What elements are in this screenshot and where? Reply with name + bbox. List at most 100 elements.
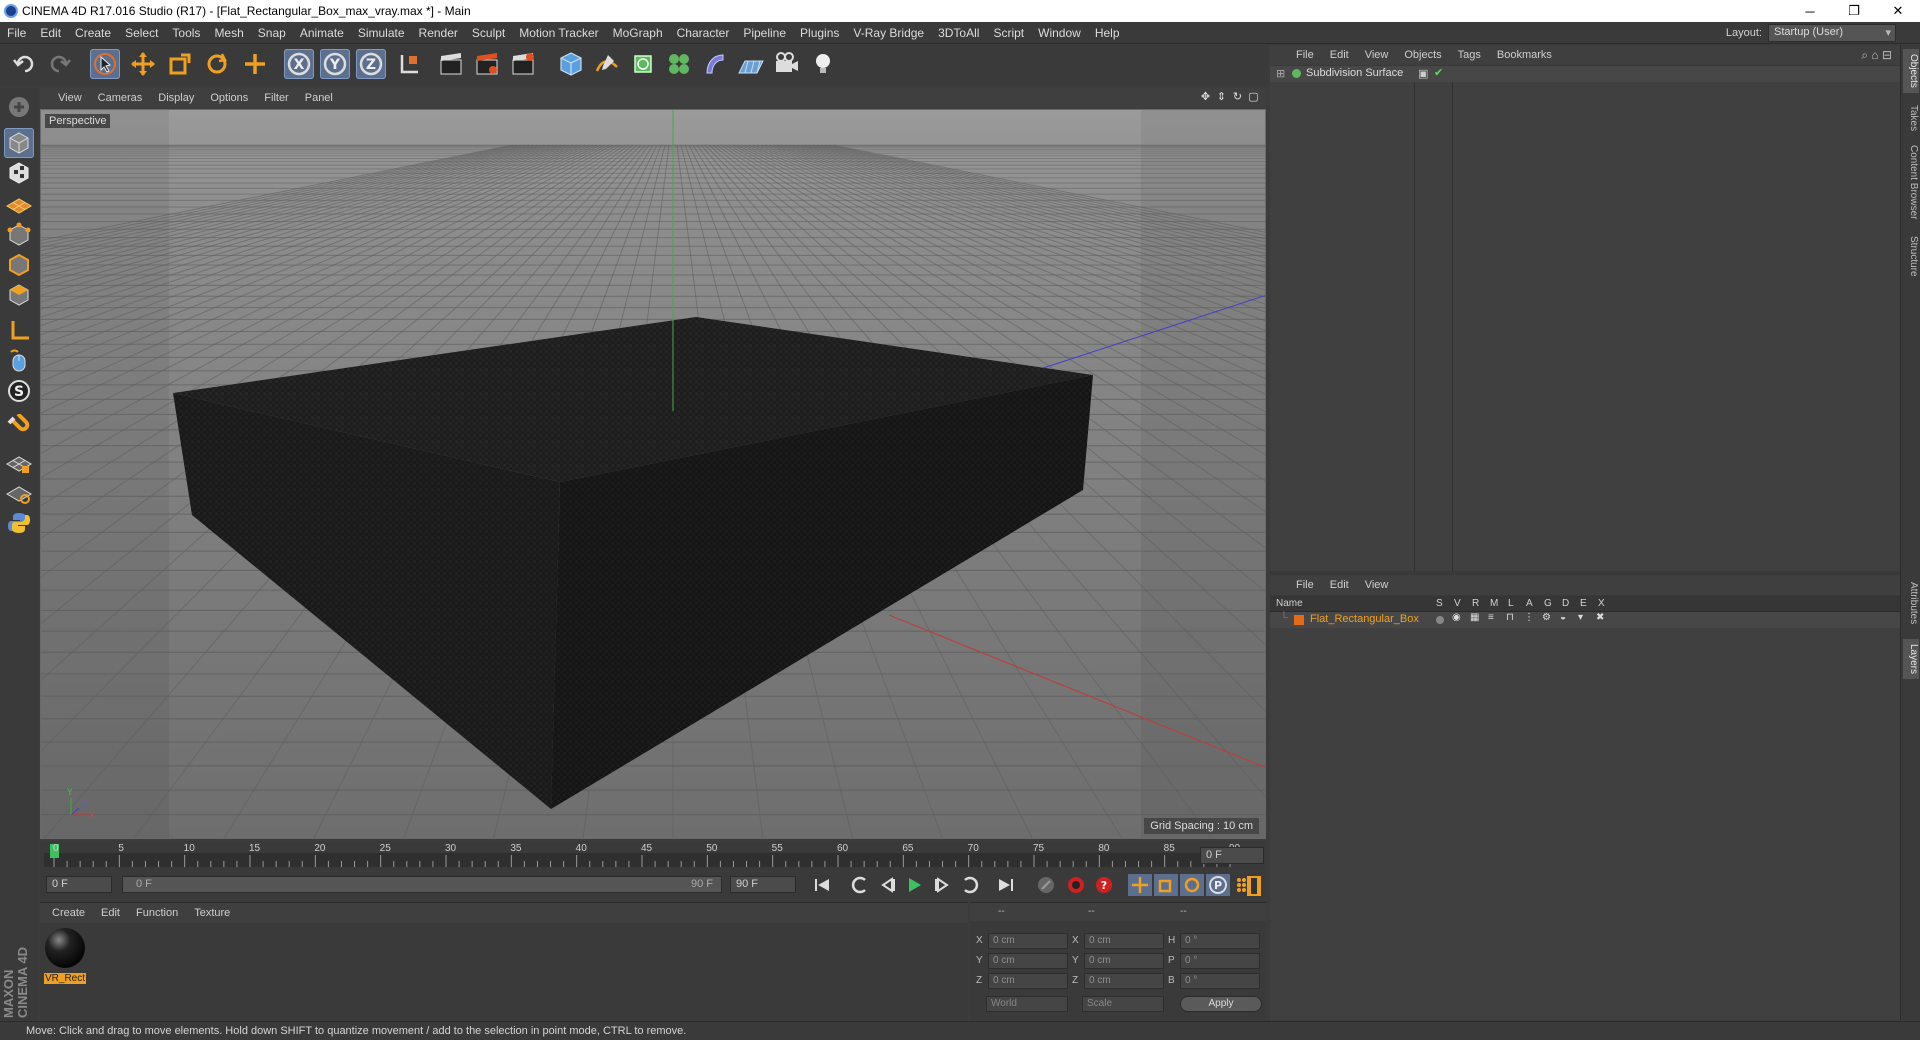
maximize-view-icon[interactable]: ▢ bbox=[1247, 91, 1260, 104]
layer-col-xref[interactable]: X bbox=[1598, 598, 1605, 609]
minimize-button[interactable]: ─ bbox=[1788, 0, 1832, 22]
deformer-button[interactable] bbox=[700, 49, 730, 79]
layer-deformer-icon[interactable]: ◒ bbox=[1560, 612, 1566, 623]
viewport-menu-cameras[interactable]: Cameras bbox=[90, 92, 151, 104]
key-rotation-button[interactable] bbox=[1180, 874, 1204, 896]
model-mode-button[interactable] bbox=[4, 128, 34, 158]
layer-lock-icon[interactable]: ⊓ bbox=[1506, 612, 1514, 623]
close-button[interactable]: ✕ bbox=[1876, 0, 1920, 22]
menu-mograph[interactable]: MoGraph bbox=[606, 26, 670, 40]
spline-pen-button[interactable] bbox=[592, 49, 622, 79]
layer-col-deformers[interactable]: D bbox=[1562, 598, 1569, 609]
menu-create[interactable]: Create bbox=[68, 26, 118, 40]
layout-dropdown[interactable]: Startup (User) bbox=[1768, 24, 1896, 42]
z-axis-lock-button[interactable]: Z bbox=[356, 49, 386, 79]
tab-content-browser[interactable]: Content Browser bbox=[1903, 141, 1919, 223]
menu-edit[interactable]: Edit bbox=[33, 26, 68, 40]
rot-p-field[interactable]: 0 ° bbox=[1180, 953, 1260, 969]
layer-col-render[interactable]: R bbox=[1472, 598, 1479, 609]
render-picture-viewer-button[interactable] bbox=[472, 49, 502, 79]
locked-workplane-button[interactable] bbox=[4, 448, 34, 478]
recent-tool-button[interactable] bbox=[240, 49, 270, 79]
material-menu-create[interactable]: Create bbox=[44, 907, 93, 919]
menu-window[interactable]: Window bbox=[1031, 26, 1088, 40]
tab-layers[interactable]: Layers bbox=[1903, 639, 1919, 679]
key-scale-button[interactable] bbox=[1154, 874, 1178, 896]
menu-snap[interactable]: Snap bbox=[251, 26, 293, 40]
goto-previous-frame-button[interactable] bbox=[876, 874, 900, 896]
pos-x-field[interactable]: 0 cm bbox=[988, 933, 1068, 949]
layers-menu-view[interactable]: View bbox=[1357, 579, 1397, 591]
tab-takes[interactable]: Takes bbox=[1903, 101, 1919, 135]
floor-button[interactable] bbox=[736, 49, 766, 79]
pos-z-field[interactable]: 0 cm bbox=[988, 973, 1068, 989]
size-y-field[interactable]: 0 cm bbox=[1084, 953, 1164, 969]
menu-vray-bridge[interactable]: V-Ray Bridge bbox=[846, 26, 931, 40]
layer-eye-icon[interactable]: ◉ bbox=[1452, 612, 1461, 623]
home-icon[interactable]: ⌂ bbox=[1871, 48, 1878, 62]
viewport-menu-panel[interactable]: Panel bbox=[297, 92, 341, 104]
apply-button[interactable]: Apply bbox=[1180, 996, 1262, 1012]
workplane-mode-button[interactable] bbox=[4, 188, 34, 218]
cube-object-button[interactable] bbox=[556, 49, 586, 79]
planar-workplane-button[interactable] bbox=[4, 478, 34, 508]
menu-sculpt[interactable]: Sculpt bbox=[465, 26, 512, 40]
play-forward-button[interactable] bbox=[902, 874, 926, 896]
goto-next-key-button[interactable] bbox=[958, 874, 982, 896]
material-menu-texture[interactable]: Texture bbox=[186, 907, 238, 919]
end-frame-field[interactable]: 90 F bbox=[730, 876, 796, 893]
coordinate-system-button[interactable] bbox=[394, 49, 424, 79]
objects-menu-view[interactable]: View bbox=[1357, 49, 1397, 61]
transform-mode-dropdown[interactable]: Scale bbox=[1082, 996, 1164, 1012]
layer-render-icon[interactable]: ▦ bbox=[1470, 612, 1479, 623]
menu-simulate[interactable]: Simulate bbox=[351, 26, 412, 40]
frame-range-slider[interactable]: 0 F 90 F bbox=[122, 876, 722, 893]
material-swatch[interactable]: VR_Rect bbox=[44, 927, 86, 984]
python-script-button[interactable] bbox=[4, 508, 34, 538]
autokeying-button[interactable] bbox=[1064, 874, 1088, 896]
viewport-menu-filter[interactable]: Filter bbox=[256, 92, 296, 104]
render-view-button[interactable] bbox=[436, 49, 466, 79]
goto-end-button[interactable] bbox=[994, 874, 1018, 896]
tab-attributes[interactable]: Attributes bbox=[1903, 575, 1919, 631]
layer-col-locked[interactable]: L bbox=[1508, 598, 1514, 609]
edges-mode-button[interactable] bbox=[4, 250, 34, 280]
tweak-mode-button[interactable] bbox=[4, 346, 34, 376]
layer-col-expressions[interactable]: E bbox=[1580, 598, 1587, 609]
coordinate-mode-dropdown[interactable]: World bbox=[986, 996, 1068, 1012]
cloner-button[interactable] bbox=[664, 49, 694, 79]
layer-col-view[interactable]: V bbox=[1454, 598, 1461, 609]
key-parameter-button[interactable]: P bbox=[1206, 874, 1230, 896]
undo-button[interactable] bbox=[10, 49, 40, 79]
layer-col-generators[interactable]: G bbox=[1544, 598, 1552, 609]
layer-expression-icon[interactable]: ▾ bbox=[1578, 612, 1583, 623]
size-z-field[interactable]: 0 cm bbox=[1084, 973, 1164, 989]
objects-menu-tags[interactable]: Tags bbox=[1450, 49, 1489, 61]
viewport-menu-display[interactable]: Display bbox=[150, 92, 202, 104]
edit-enabled-icon[interactable]: ▣ bbox=[1418, 67, 1428, 80]
viewport-menu-view[interactable]: View bbox=[50, 92, 90, 104]
menu-character[interactable]: Character bbox=[670, 26, 737, 40]
record-keys-button[interactable] bbox=[1034, 874, 1058, 896]
layer-col-solo[interactable]: S bbox=[1436, 598, 1443, 609]
expand-toggle-icon[interactable]: ⊞ bbox=[1276, 67, 1285, 80]
redo-button[interactable] bbox=[44, 49, 74, 79]
tab-objects[interactable]: Objects bbox=[1903, 49, 1919, 93]
timeline-layout-button[interactable] bbox=[1242, 874, 1266, 898]
objects-menu-bookmarks[interactable]: Bookmarks bbox=[1489, 49, 1560, 61]
light-button[interactable] bbox=[808, 49, 838, 79]
menu-plugins[interactable]: Plugins bbox=[793, 26, 846, 40]
magnet-tool-button[interactable] bbox=[4, 412, 34, 442]
size-x-field[interactable]: 0 cm bbox=[1084, 933, 1164, 949]
menu-help[interactable]: Help bbox=[1088, 26, 1127, 40]
menu-animate[interactable]: Animate bbox=[293, 26, 351, 40]
edit-render-settings-button[interactable] bbox=[508, 49, 538, 79]
tab-structure[interactable]: Structure bbox=[1903, 231, 1919, 281]
layer-generator-icon[interactable]: ⚙ bbox=[1542, 612, 1551, 623]
make-editable-button[interactable] bbox=[4, 92, 34, 122]
enabled-check-icon[interactable]: ✔ bbox=[1434, 66, 1443, 79]
layer-animation-icon[interactable]: ⋮ bbox=[1524, 612, 1534, 623]
material-menu-function[interactable]: Function bbox=[128, 907, 186, 919]
enable-axis-button[interactable] bbox=[4, 316, 34, 346]
points-mode-button[interactable] bbox=[4, 220, 34, 250]
